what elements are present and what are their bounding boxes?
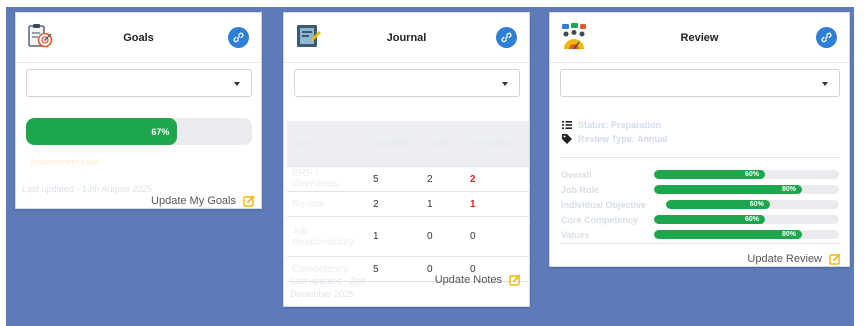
review-title: Review bbox=[680, 32, 719, 44]
goals-progress-fill: 67% bbox=[26, 118, 178, 145]
bar-label: Overall bbox=[561, 170, 592, 180]
progress-label: 60% bbox=[749, 201, 764, 208]
row-issues: 0 bbox=[427, 231, 433, 242]
progress-fill: 60% bbox=[654, 170, 765, 179]
progress-label: 60% bbox=[744, 171, 759, 178]
goals-progress-bar: 67% bbox=[26, 118, 252, 145]
column-header: Total Notes bbox=[373, 139, 414, 148]
bar-label: Job Role bbox=[561, 185, 600, 195]
journal-table: Type Total Notes Issues Unresolved PRR /… bbox=[287, 121, 529, 282]
review-status-label: Status: Preparation bbox=[578, 120, 662, 130]
review-header: Review bbox=[550, 13, 849, 63]
journal-link-button[interactable] bbox=[496, 27, 517, 48]
overall-progress-bar: 60% bbox=[654, 170, 839, 179]
update-goals-label: Update My Goals bbox=[151, 195, 236, 207]
row-issues: 2 bbox=[427, 173, 433, 185]
right-border bbox=[854, 0, 864, 326]
row-total: 5 bbox=[373, 173, 379, 185]
bar-label: Values bbox=[561, 230, 590, 240]
row-type: Job Responsibility bbox=[292, 225, 354, 248]
goals-title: Goals bbox=[123, 32, 154, 44]
job-role-progress-bar: 80% bbox=[654, 185, 839, 194]
journal-select[interactable] bbox=[294, 69, 520, 97]
link-icon bbox=[821, 32, 832, 43]
update-review-link[interactable]: Update Review bbox=[747, 253, 841, 265]
journal-title: Journal bbox=[386, 32, 427, 44]
goals-link-button[interactable] bbox=[228, 27, 249, 48]
review-type: Review Type: Annual bbox=[562, 134, 668, 144]
progress-fill: 60% bbox=[654, 215, 765, 224]
update-goals-link[interactable]: Update My Goals bbox=[151, 195, 255, 207]
review-divider bbox=[560, 157, 840, 158]
row-total: 1 bbox=[373, 231, 379, 242]
column-header: Unresolved bbox=[470, 139, 511, 148]
review-type-label: Review Type: Annual bbox=[578, 134, 668, 144]
table-row[interactable]: PRR / Overviews 5 2 2 bbox=[287, 167, 529, 192]
table-row[interactable]: Review 2 1 1 bbox=[287, 192, 529, 217]
goals-last-updated: Last updated - 13th August 2025 bbox=[22, 184, 153, 194]
values-progress-bar: 80% bbox=[654, 230, 839, 239]
row-type: PRR / Overviews bbox=[292, 168, 339, 190]
bar-label: Individual Objective bbox=[561, 200, 647, 210]
chevron-down-icon bbox=[502, 82, 508, 86]
progress-fill: 60% bbox=[666, 200, 770, 209]
progress-fill: 80% bbox=[654, 230, 802, 239]
link-icon bbox=[233, 32, 244, 43]
goals-progress-label: 67% bbox=[151, 126, 170, 137]
update-notes-link[interactable]: Update Notes bbox=[435, 274, 521, 286]
row-total: 2 bbox=[373, 198, 379, 210]
column-header: Type bbox=[292, 139, 310, 148]
review-card: Review Status: Preparation Review Type: … bbox=[549, 12, 850, 267]
row-unresolved: 0 bbox=[470, 231, 476, 242]
journal-header: Journal bbox=[284, 13, 529, 63]
table-row[interactable]: Job Responsibility 1 0 0 bbox=[287, 217, 529, 257]
progress-label: 80% bbox=[781, 231, 796, 238]
edit-icon bbox=[829, 253, 841, 265]
row-issues: 1 bbox=[427, 198, 433, 210]
top-border bbox=[0, 0, 864, 7]
goals-select[interactable] bbox=[26, 69, 252, 97]
progress-label: 80% bbox=[781, 186, 796, 193]
progress-fill: 80% bbox=[654, 185, 802, 194]
chevron-down-icon bbox=[822, 82, 828, 86]
link-icon bbox=[501, 32, 512, 43]
update-notes-label: Update Notes bbox=[434, 274, 502, 286]
update-review-label: Update Review bbox=[747, 253, 822, 265]
tag-icon bbox=[562, 134, 572, 144]
review-select[interactable] bbox=[560, 69, 840, 97]
journal-card: Journal Type Total Notes Issues Unresolv… bbox=[283, 12, 530, 307]
review-link-button[interactable] bbox=[816, 27, 837, 48]
goals-card: Goals 67% Assessment Late Last updated -… bbox=[15, 12, 262, 209]
goals-status-text: Assessment Late bbox=[30, 157, 100, 167]
left-border bbox=[0, 0, 6, 326]
row-unresolved: 1 bbox=[470, 198, 476, 210]
journal-last-updated: Last updated - 2nd December 2025 bbox=[290, 276, 366, 299]
core-competency-progress-bar: 60% bbox=[654, 215, 839, 224]
review-bottom-divider bbox=[560, 243, 840, 244]
individual-objective-progress-bar: 60% bbox=[666, 200, 839, 209]
progress-label: 60% bbox=[744, 216, 759, 223]
review-status: Status: Preparation bbox=[562, 120, 661, 130]
edit-icon bbox=[243, 195, 255, 207]
edit-icon bbox=[509, 274, 521, 286]
bar-label: Core Competency bbox=[561, 215, 639, 225]
table-header-row: Type Total Notes Issues Unresolved bbox=[287, 121, 529, 167]
chevron-down-icon bbox=[234, 82, 240, 86]
row-unresolved: 2 bbox=[470, 173, 476, 185]
goals-header: Goals bbox=[16, 13, 261, 63]
list-icon bbox=[562, 121, 572, 129]
column-header: Issues bbox=[427, 139, 451, 148]
row-type: Review bbox=[292, 198, 325, 210]
